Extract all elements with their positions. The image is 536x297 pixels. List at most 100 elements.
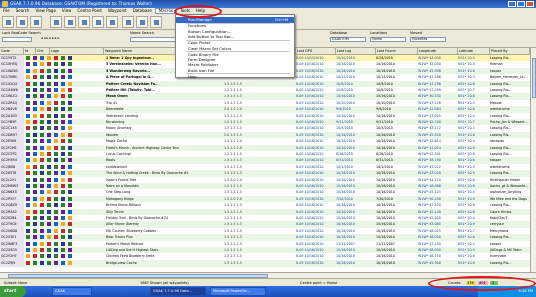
- cache-type-icon[interactable]: [26, 145, 30, 150]
- cache-type-icon[interactable]: [33, 139, 37, 144]
- locations-select[interactable]: Home: [370, 37, 406, 42]
- col-longitude[interactable]: Longitude: [418, 48, 458, 55]
- cache-type-icon[interactable]: [26, 139, 30, 144]
- cache-type-icon[interactable]: [26, 158, 30, 163]
- cache-type-icon[interactable]: [26, 81, 30, 86]
- cache-type-icon[interactable]: [26, 171, 30, 176]
- cache-type-icon[interactable]: [33, 177, 37, 182]
- cache-type-icon[interactable]: [26, 254, 30, 259]
- cache-type-icon[interactable]: [26, 260, 30, 265]
- cache-type-icon[interactable]: [26, 132, 30, 137]
- cache-type-icon[interactable]: [26, 235, 30, 240]
- col-placed-by[interactable]: Placed By: [490, 48, 530, 55]
- cache-type-icon[interactable]: [33, 132, 37, 137]
- col-code[interactable]: Code: [0, 48, 24, 55]
- col-logo[interactable]: Logo: [50, 48, 104, 55]
- cache-type-icon[interactable]: [33, 228, 37, 233]
- code-search-input[interactable]: [2, 37, 32, 42]
- col-last-log[interactable]: Last Log: [336, 48, 376, 55]
- save-icon[interactable]: [16, 16, 28, 28]
- col-last-gpx[interactable]: Last GPX: [296, 48, 336, 55]
- gps-icon[interactable]: [50, 16, 62, 28]
- database-select[interactable]: GSAKTOM: [330, 37, 366, 42]
- col-chk[interactable]: Chk: [36, 48, 50, 55]
- export-icon[interactable]: [92, 16, 104, 28]
- maximize-icon[interactable]: [517, 1, 525, 7]
- cache-type-icon[interactable]: [26, 113, 30, 118]
- filter-icon[interactable]: [30, 16, 42, 28]
- cache-type-icon[interactable]: [33, 164, 37, 169]
- cache-type-icon[interactable]: [26, 62, 30, 67]
- cache-type-icon[interactable]: [33, 107, 37, 112]
- cache-type-icon[interactable]: [26, 100, 30, 105]
- cache-type-icon[interactable]: [33, 260, 37, 265]
- task-gsak[interactable]: GSAK: [52, 287, 92, 296]
- cache-type-icon[interactable]: [26, 216, 30, 220]
- map-icon[interactable]: [64, 16, 76, 28]
- cache-type-icon[interactable]: [26, 228, 30, 233]
- cache-type-icon[interactable]: [26, 88, 30, 92]
- cache-type-icon[interactable]: [33, 158, 37, 163]
- help-icon[interactable]: [106, 16, 118, 28]
- cache-type-icon[interactable]: [33, 171, 37, 176]
- col-id[interactable]: Id: [24, 48, 36, 55]
- close-icon[interactable]: [526, 1, 534, 7]
- col-last-found[interactable]: Last Found: [376, 48, 418, 55]
- cache-type-icon[interactable]: [26, 126, 30, 131]
- cache-type-icon[interactable]: [26, 152, 30, 156]
- cache-type-icon[interactable]: [26, 120, 30, 124]
- cache-type-icon[interactable]: [33, 145, 37, 150]
- menu-item-help[interactable]: Help: [176, 74, 294, 80]
- vertical-scrollbar[interactable]: [530, 48, 536, 272]
- vertical-scroll-thumb[interactable]: [532, 58, 536, 98]
- sort-icon[interactable]: [78, 16, 90, 28]
- cache-type-icon[interactable]: [33, 100, 37, 105]
- start-button[interactable]: start: [0, 286, 26, 297]
- cache-type-icon[interactable]: [26, 94, 30, 99]
- cache-type-icon[interactable]: [33, 216, 37, 220]
- refresh-icon[interactable]: [150, 16, 162, 28]
- cache-type-icon[interactable]: [33, 254, 37, 259]
- cache-type-icon[interactable]: [33, 190, 37, 195]
- minimize-icon[interactable]: [508, 1, 516, 7]
- cache-type-icon[interactable]: [33, 196, 37, 201]
- cache-type-icon[interactable]: [26, 184, 30, 188]
- table-row[interactable]: GC2Z9J9 Bridge-view Cache 1.5 1.5 1.5 8-09 …: [0, 259, 530, 267]
- cache-type-icon[interactable]: [33, 209, 37, 214]
- cache-type-icon[interactable]: [33, 203, 37, 208]
- cache-type-icon[interactable]: [33, 184, 37, 188]
- cache-type-icon[interactable]: [33, 81, 37, 86]
- cache-type-icon[interactable]: [26, 107, 30, 112]
- cache-type-icon[interactable]: [26, 209, 30, 214]
- cache-type-icon[interactable]: [33, 56, 37, 60]
- cache-type-icon[interactable]: [33, 248, 37, 252]
- moved-select[interactable]: Favorites: [410, 37, 446, 42]
- cache-type-icon[interactable]: [26, 222, 30, 227]
- cache-type-icon[interactable]: [26, 56, 30, 60]
- cache-type-icon[interactable]: [33, 152, 37, 156]
- cache-type-icon[interactable]: [33, 126, 37, 131]
- cache-type-icon[interactable]: [33, 62, 37, 67]
- cache-type-icon[interactable]: [33, 241, 37, 246]
- cache-type-icon[interactable]: [33, 222, 37, 227]
- cache-type-icon[interactable]: [33, 68, 37, 73]
- cache-type-icon[interactable]: [26, 241, 30, 246]
- cache-type-icon[interactable]: [26, 75, 30, 80]
- task-gsak-database[interactable]: GSAK 7.7.0.96 Data...: [150, 287, 206, 296]
- cache-type-icon[interactable]: [33, 88, 37, 92]
- cache-type-icon[interactable]: [26, 248, 30, 252]
- navigation-arrows[interactable]: ◂ ◂ ▸ ▸ ▸ ▸ ▸: [40, 36, 120, 42]
- cache-type-icon[interactable]: [33, 113, 37, 118]
- cache-type-icon[interactable]: [33, 75, 37, 80]
- open-icon[interactable]: [2, 16, 14, 28]
- cache-type-icon[interactable]: [26, 203, 30, 208]
- cache-type-icon[interactable]: [26, 190, 30, 195]
- cache-type-icon[interactable]: [26, 196, 30, 201]
- cache-type-icon[interactable]: [33, 120, 37, 124]
- cache-type-icon[interactable]: [33, 235, 37, 240]
- cache-type-icon[interactable]: [33, 94, 37, 99]
- cache-type-icon[interactable]: [26, 164, 30, 169]
- task-powerpoint[interactable]: Microsoft PowerPoi...: [210, 287, 266, 296]
- macro-icon[interactable]: [122, 16, 134, 28]
- cache-type-icon[interactable]: [26, 177, 30, 182]
